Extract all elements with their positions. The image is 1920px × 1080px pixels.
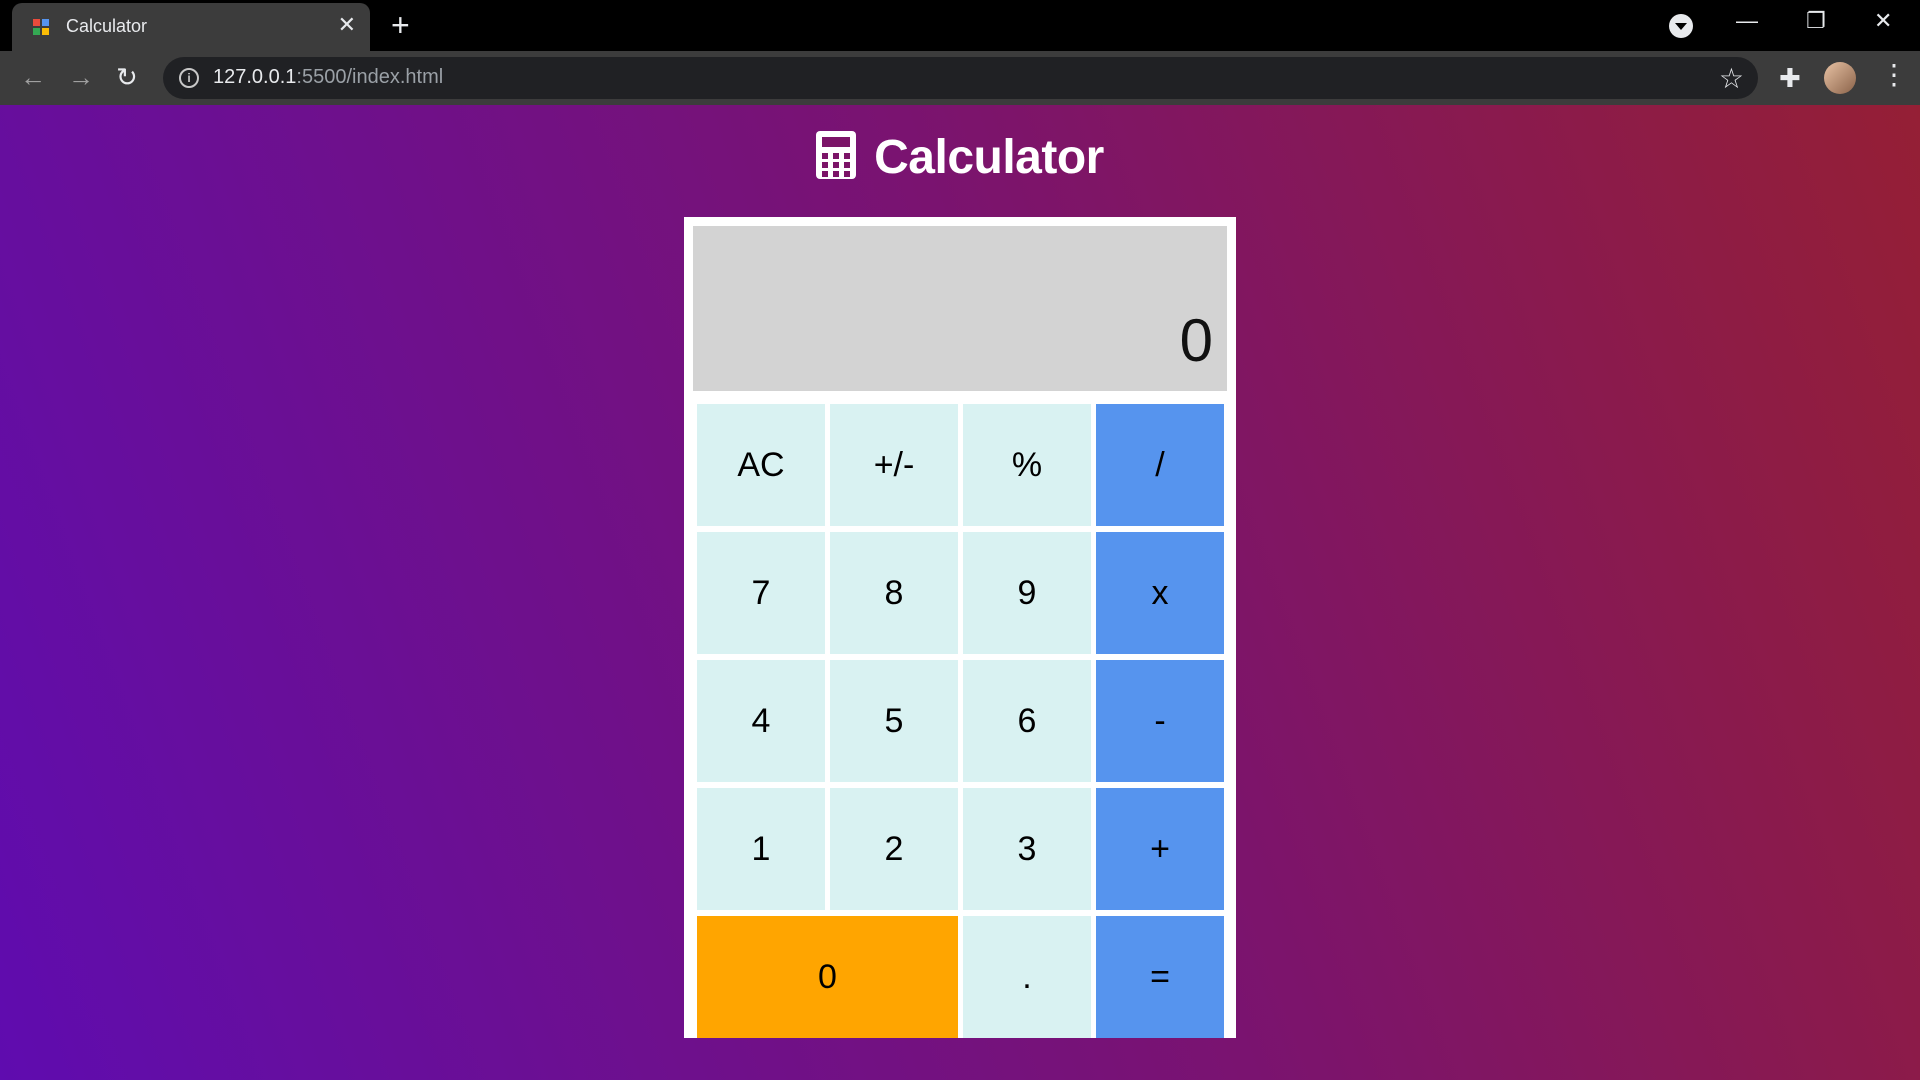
calculator-display: 0 bbox=[693, 226, 1227, 391]
page-body: Calculator 0 AC +/- % / 7 8 9 x 4 5 6 - … bbox=[0, 105, 1920, 1080]
tab-search-icon[interactable] bbox=[1669, 14, 1693, 38]
calculator: 0 AC +/- % / 7 8 9 x 4 5 6 - 1 2 3 + 0 .… bbox=[684, 217, 1236, 1038]
browser-tabbar: Calculator ✕ + — ❐ ✕ bbox=[0, 0, 1920, 51]
one-button[interactable]: 1 bbox=[697, 788, 825, 910]
four-button[interactable]: 4 bbox=[697, 660, 825, 782]
divide-button[interactable]: / bbox=[1096, 404, 1224, 526]
add-button[interactable]: + bbox=[1096, 788, 1224, 910]
equals-button[interactable]: = bbox=[1096, 916, 1224, 1038]
tab-close-icon[interactable]: ✕ bbox=[338, 14, 356, 36]
profile-avatar[interactable] bbox=[1824, 62, 1856, 94]
two-button[interactable]: 2 bbox=[830, 788, 958, 910]
browser-toolbar: ← → ↻ i 127.0.0.1:5500/index.html ☆ ✚ ⋮ bbox=[0, 51, 1920, 105]
reload-icon[interactable]: ↻ bbox=[116, 64, 138, 90]
five-button[interactable]: 5 bbox=[830, 660, 958, 782]
browser-tab[interactable]: Calculator ✕ bbox=[12, 3, 370, 51]
page-heading: Calculator bbox=[0, 130, 1920, 185]
three-button[interactable]: 3 bbox=[963, 788, 1091, 910]
calculator-favicon-icon bbox=[33, 19, 49, 35]
close-window-icon[interactable]: ✕ bbox=[1874, 10, 1892, 32]
page-title: Calculator bbox=[874, 131, 1104, 184]
decimal-button[interactable]: . bbox=[963, 916, 1091, 1038]
subtract-button[interactable]: - bbox=[1096, 660, 1224, 782]
nine-button[interactable]: 9 bbox=[963, 532, 1091, 654]
zero-button[interactable]: 0 bbox=[697, 916, 958, 1038]
calculator-icon bbox=[816, 131, 857, 179]
eight-button[interactable]: 8 bbox=[830, 532, 958, 654]
minimize-icon[interactable]: — bbox=[1736, 10, 1758, 32]
bookmark-star-icon[interactable]: ☆ bbox=[1719, 62, 1744, 95]
forward-icon[interactable]: → bbox=[68, 64, 94, 90]
extensions-puzzle-icon[interactable]: ✚ bbox=[1779, 63, 1801, 94]
url-text: 127.0.0.1:5500/index.html bbox=[213, 66, 444, 88]
site-info-icon[interactable]: i bbox=[179, 68, 199, 88]
percent-button[interactable]: % bbox=[963, 404, 1091, 526]
seven-button[interactable]: 7 bbox=[697, 532, 825, 654]
browser-menu-icon[interactable]: ⋮ bbox=[1880, 61, 1908, 89]
new-tab-icon[interactable]: + bbox=[391, 9, 410, 41]
multiply-button[interactable]: x bbox=[1096, 532, 1224, 654]
address-bar[interactable]: i 127.0.0.1:5500/index.html ☆ bbox=[163, 57, 1758, 99]
back-icon[interactable]: ← bbox=[20, 64, 46, 90]
restore-icon[interactable]: ❐ bbox=[1806, 10, 1826, 32]
tab-title: Calculator bbox=[66, 16, 148, 36]
sign-toggle-button[interactable]: +/- bbox=[830, 404, 958, 526]
six-button[interactable]: 6 bbox=[963, 660, 1091, 782]
ac-button[interactable]: AC bbox=[697, 404, 825, 526]
